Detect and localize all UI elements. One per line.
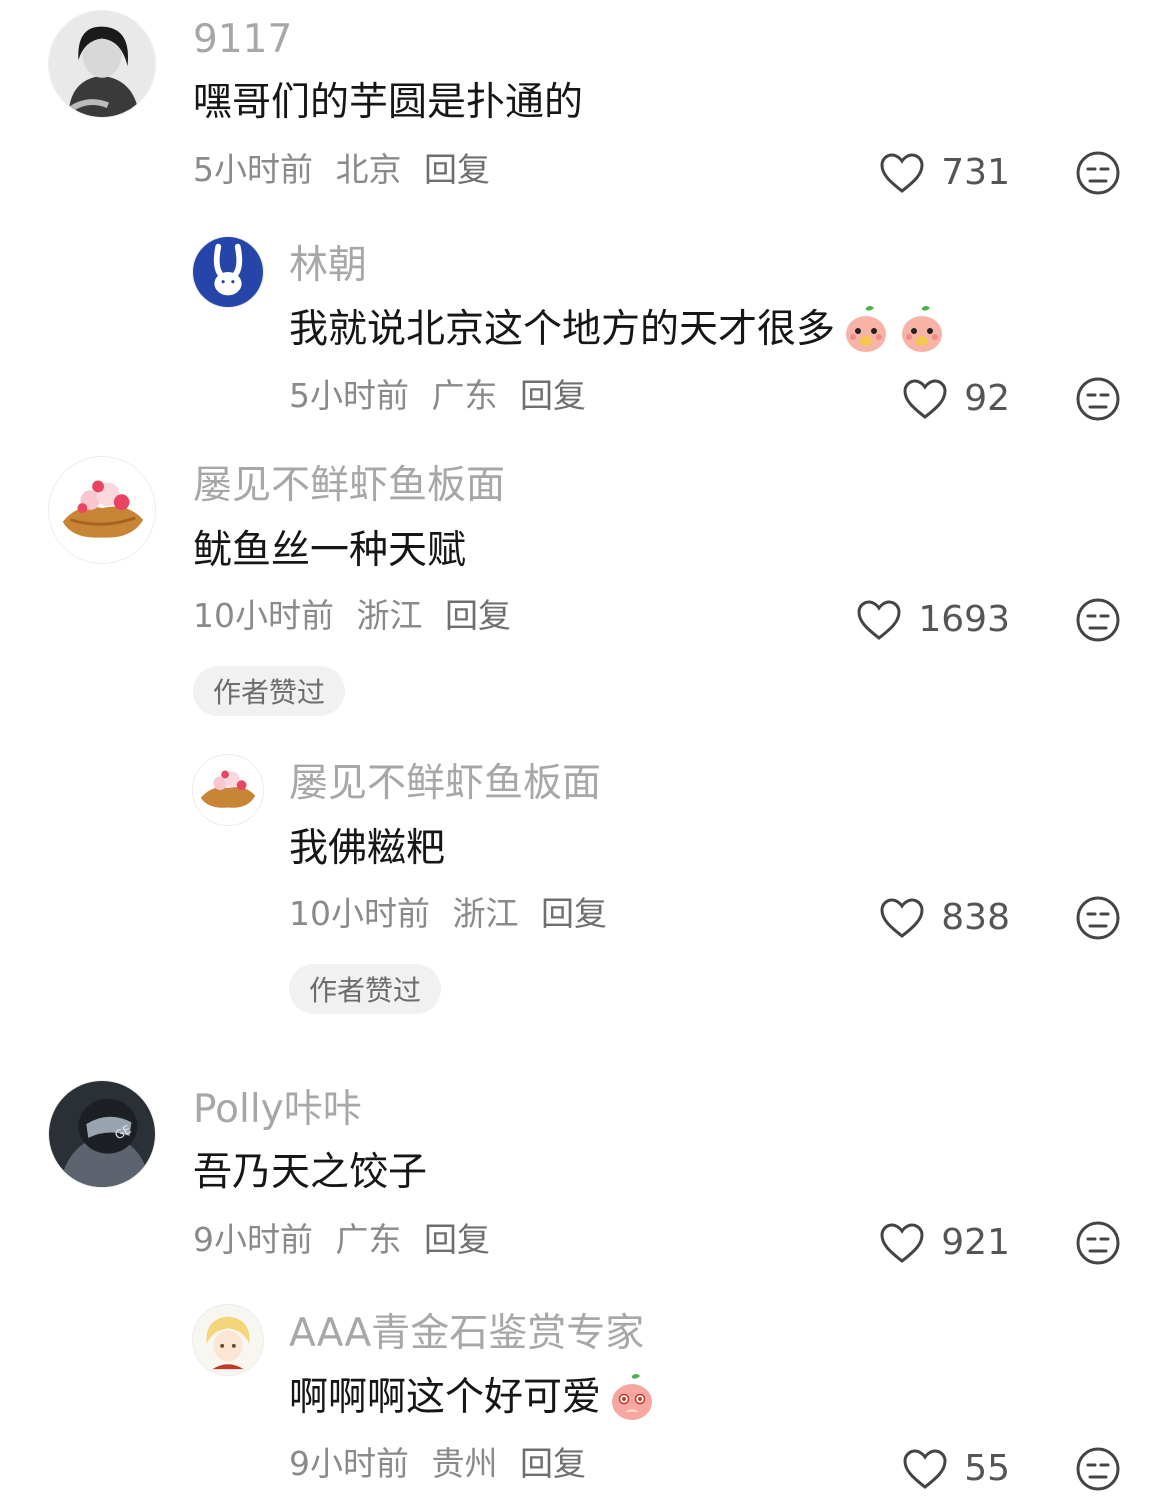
comment-meta: 9小时前 贵州 回复 (289, 1447, 598, 1480)
comment-location: 广东 (431, 376, 498, 415)
avatar[interactable] (192, 236, 264, 308)
meh-face-icon (1076, 1447, 1120, 1491)
reply-button[interactable]: 回复 (520, 1444, 586, 1483)
comment-text: 啊啊啊这个好可爱 (289, 1372, 657, 1422)
like-count: 92 (964, 378, 1010, 419)
username[interactable]: 屡见不鲜虾鱼板面 (193, 466, 505, 505)
like-count: 731 (941, 152, 1010, 193)
avatar[interactable] (192, 754, 264, 826)
comment-text-content: 我佛糍粑 (289, 826, 446, 871)
reply-button[interactable]: 回复 (520, 376, 586, 415)
comment-location: 浙江 (356, 596, 423, 635)
comment-text: 鱿鱼丝一种天赋 (193, 531, 466, 570)
meh-face-icon (1076, 377, 1120, 421)
meh-face-icon (1076, 151, 1120, 195)
comment-text-content: 嘿哥们的芋圆是扑通的 (193, 80, 584, 125)
username[interactable]: Polly咔咔 (193, 1090, 362, 1129)
comment-text: 吾乃天之饺子 (193, 1153, 427, 1192)
dislike-button[interactable] (1075, 895, 1121, 941)
reply-button[interactable]: 回复 (445, 596, 511, 635)
cute-peach-emoji (897, 304, 947, 354)
username[interactable]: 屡见不鲜虾鱼板面 (289, 764, 601, 803)
comment-location: 广东 (335, 1220, 402, 1259)
comment-location: 浙江 (452, 894, 519, 933)
comment-time: 9小时前 (289, 1444, 409, 1483)
comment-text-content: 吾乃天之饺子 (193, 1150, 428, 1195)
like-count: 921 (941, 1222, 1010, 1263)
like-count: 838 (941, 897, 1010, 938)
like-button[interactable]: 838 (879, 897, 1010, 939)
comment-text-content: 我就说北京这个地方的天才很多 (289, 306, 836, 352)
reply-item: AAA青金石鉴赏专家 啊啊啊这个好可爱 9小时前 贵州 回复 55 (0, 1304, 1170, 1504)
comment-meta: 9小时前 广东 回复 (193, 1223, 502, 1256)
reply-item: 林朝 我就说北京这个地方的天才很多 5小时前 广东 回复 92 (0, 236, 1170, 436)
like-button[interactable]: 731 (879, 152, 1010, 194)
username[interactable]: 9117 (193, 20, 292, 59)
reply-button[interactable]: 回复 (424, 150, 490, 189)
comment-time: 10小时前 (193, 596, 334, 635)
heart-icon (880, 1223, 924, 1263)
dislike-button[interactable] (1075, 150, 1121, 196)
heart-icon (903, 379, 947, 419)
like-button[interactable]: 55 (902, 1448, 1010, 1490)
like-button[interactable]: 1693 (856, 599, 1010, 641)
comment-text-content: 鱿鱼丝一种天赋 (193, 528, 467, 573)
like-count: 55 (964, 1448, 1010, 1489)
comment-item: 9117 嘿哥们的芋圆是扑通的 5小时前 北京 回复 731 (0, 10, 1170, 210)
author-liked-badge: 作者赞过 (289, 964, 442, 1014)
comment-text-content: 啊啊啊这个好可爱 (289, 1374, 602, 1420)
dislike-button[interactable] (1075, 597, 1121, 643)
comment-text: 我就说北京这个地方的天才很多 (289, 304, 947, 354)
dislike-button[interactable] (1075, 1446, 1121, 1492)
avatar[interactable] (48, 10, 156, 118)
avatar[interactable] (48, 456, 156, 564)
avatar[interactable] (192, 1304, 264, 1376)
like-button[interactable]: 921 (879, 1222, 1010, 1264)
heart-icon (880, 898, 924, 938)
comment-time: 5小时前 (289, 376, 409, 415)
heart-icon (903, 1449, 947, 1489)
dislike-button[interactable] (1075, 1220, 1121, 1266)
author-liked-badge: 作者赞过 (193, 666, 346, 716)
cute-peach-emoji (841, 304, 891, 354)
comment-location: 北京 (335, 150, 402, 189)
like-count: 1693 (918, 599, 1010, 640)
comment-meta: 10小时前 浙江 回复 (193, 599, 523, 632)
username[interactable]: 林朝 (289, 246, 367, 285)
comment-location: 贵州 (431, 1444, 498, 1483)
comment-time: 9小时前 (193, 1220, 313, 1259)
reply-item: 屡见不鲜虾鱼板面 我佛糍粑 10小时前 浙江 回复 838 作者赞过 (0, 754, 1170, 1019)
reply-button[interactable]: 回复 (541, 894, 607, 933)
username[interactable]: AAA青金石鉴赏专家 (289, 1314, 644, 1353)
meh-face-icon (1076, 598, 1120, 642)
avatar[interactable]: GE (48, 1080, 156, 1188)
comment-time: 10小时前 (289, 894, 430, 933)
comment-text: 我佛糍粑 (289, 829, 445, 868)
heart-icon (857, 600, 901, 640)
comment-item: 屡见不鲜虾鱼板面 鱿鱼丝一种天赋 10小时前 浙江 回复 1693 作者赞过 (0, 456, 1170, 716)
meh-face-icon (1076, 896, 1120, 940)
comment-meta: 5小时前 广东 回复 (289, 379, 598, 412)
reply-button[interactable]: 回复 (424, 1220, 490, 1259)
meh-face-icon (1076, 1221, 1120, 1265)
teary-peach-emoji (607, 1372, 657, 1422)
comment-meta: 5小时前 北京 回复 (193, 153, 502, 186)
dislike-button[interactable] (1075, 376, 1121, 422)
comment-meta: 10小时前 浙江 回复 (289, 897, 619, 930)
comment-text: 嘿哥们的芋圆是扑通的 (193, 83, 583, 122)
heart-icon (880, 153, 924, 193)
comment-time: 5小时前 (193, 150, 313, 189)
like-button[interactable]: 92 (902, 378, 1010, 420)
comment-item: GE Polly咔咔 吾乃天之饺子 9小时前 广东 回复 921 (0, 1080, 1170, 1280)
